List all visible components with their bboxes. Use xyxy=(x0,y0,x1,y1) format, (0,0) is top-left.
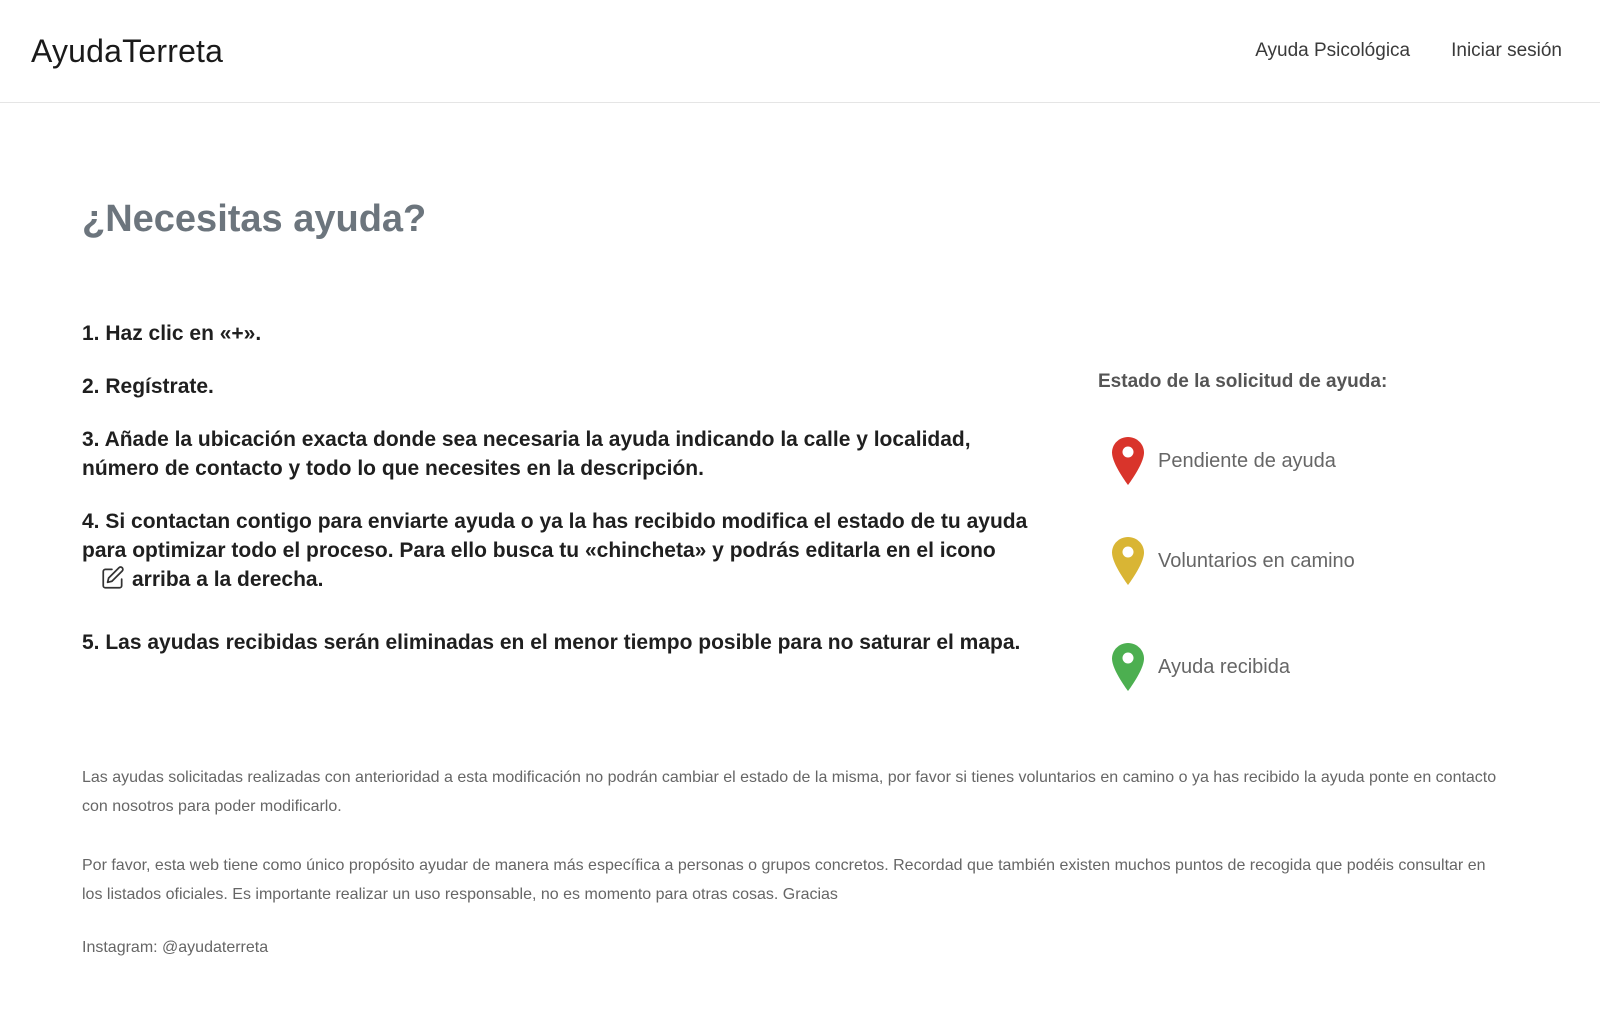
nav-link-login[interactable]: Iniciar sesión xyxy=(1451,40,1562,62)
step-4-text: 4. Si contactan contigo para enviarte ay… xyxy=(82,510,1028,562)
brand-logo[interactable]: AyudaTerreta xyxy=(31,33,223,70)
main-content: ¿Necesitas ayuda? 1. Haz clic en «+». 2.… xyxy=(0,103,1600,957)
instagram-handle: Instagram: @ayudaterreta xyxy=(82,939,269,956)
nav-links: Ayuda Psicológica Iniciar sesión xyxy=(1255,40,1562,62)
notes-section: Las ayudas solicitadas realizadas con an… xyxy=(82,763,1502,957)
status-item-on-the-way: Voluntarios en camino xyxy=(1110,533,1518,589)
steps-list: 1. Haz clic en «+». 2. Regístrate. 3. Añ… xyxy=(82,319,1042,695)
note-responsible-use: Por favor, esta web tiene como único pro… xyxy=(82,857,1486,903)
status-item-pending: Pendiente de ayuda xyxy=(1110,433,1518,489)
step-4-text-end: arriba a la derecha. xyxy=(132,568,324,591)
step-5: 5. Las ayudas recibidas serán eliminadas… xyxy=(82,631,1021,654)
step-1: 1. Haz clic en «+». xyxy=(82,322,262,345)
nav-link-psychological-help[interactable]: Ayuda Psicológica xyxy=(1255,40,1410,62)
status-label-received: Ayuda recibida xyxy=(1158,655,1290,678)
edit-icon xyxy=(100,565,126,591)
status-label-pending: Pendiente de ayuda xyxy=(1158,449,1336,472)
status-legend: Estado de la solicitud de ayuda: Pendien… xyxy=(1098,319,1518,695)
content-row: 1. Haz clic en «+». 2. Regístrate. 3. Añ… xyxy=(82,319,1518,695)
navbar: AyudaTerreta Ayuda Psicológica Iniciar s… xyxy=(0,0,1600,103)
green-map-pin-icon xyxy=(1110,641,1146,693)
status-label-on-the-way: Voluntarios en camino xyxy=(1158,549,1355,572)
step-2: 2. Regístrate. xyxy=(82,375,214,398)
step-4: 4. Si contactan contigo para enviarte ay… xyxy=(82,507,1042,594)
page-title: ¿Necesitas ayuda? xyxy=(82,198,427,240)
note-previous-requests: Las ayudas solicitadas realizadas con an… xyxy=(82,769,1497,815)
step-3: 3. Añade la ubicación exacta donde sea n… xyxy=(82,428,971,480)
status-legend-title: Estado de la solicitud de ayuda: xyxy=(1098,371,1388,392)
status-item-received: Ayuda recibida xyxy=(1110,639,1518,695)
yellow-map-pin-icon xyxy=(1110,535,1146,587)
red-map-pin-icon xyxy=(1110,435,1146,487)
